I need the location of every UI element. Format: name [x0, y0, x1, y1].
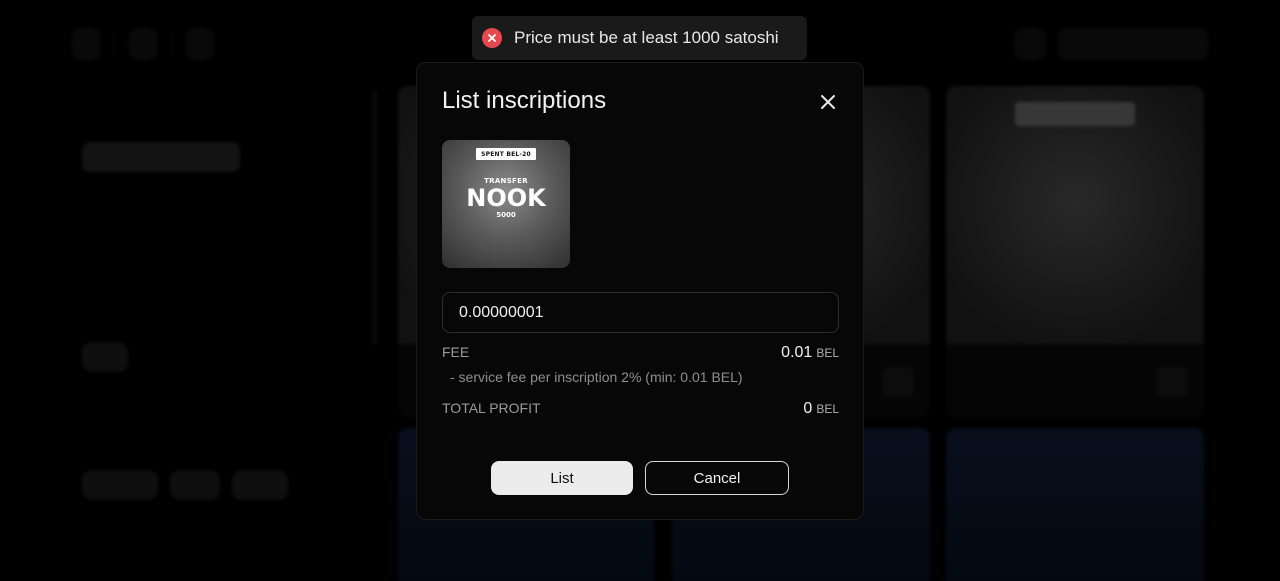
error-circle-icon	[482, 28, 502, 48]
inscription-badge: SPENT BEL-20	[476, 148, 536, 160]
fee-note: - service fee per inscription 2% (min: 0…	[450, 369, 743, 385]
total-profit-label: TOTAL PROFIT	[442, 400, 541, 416]
total-profit-row: TOTAL PROFIT 0 BEL	[442, 400, 839, 418]
inscription-ticker: NOOK	[466, 184, 546, 212]
fee-unit: BEL	[816, 346, 839, 360]
fee-label: FEE	[442, 344, 470, 360]
total-profit-value: 0	[803, 400, 813, 417]
inscription-amount: 5000	[496, 211, 516, 219]
fee-value: 0.01	[781, 344, 813, 361]
list-button[interactable]: List	[491, 461, 633, 495]
fee-row: FEE 0.01 BEL	[442, 344, 839, 362]
error-toast: Price must be at least 1000 satoshi	[472, 16, 807, 60]
dialog-title: List inscriptions	[442, 87, 607, 114]
total-profit-unit: BEL	[816, 402, 839, 416]
cancel-button[interactable]: Cancel	[645, 461, 789, 495]
close-icon[interactable]	[819, 93, 837, 111]
inscription-thumbnail: SPENT BEL-20 TRANSFER NOOK 5000	[442, 140, 570, 268]
toast-message: Price must be at least 1000 satoshi	[514, 28, 779, 47]
list-inscriptions-dialog: List inscriptions SPENT BEL-20 TRANSFER …	[416, 62, 864, 520]
price-input[interactable]	[442, 292, 839, 333]
